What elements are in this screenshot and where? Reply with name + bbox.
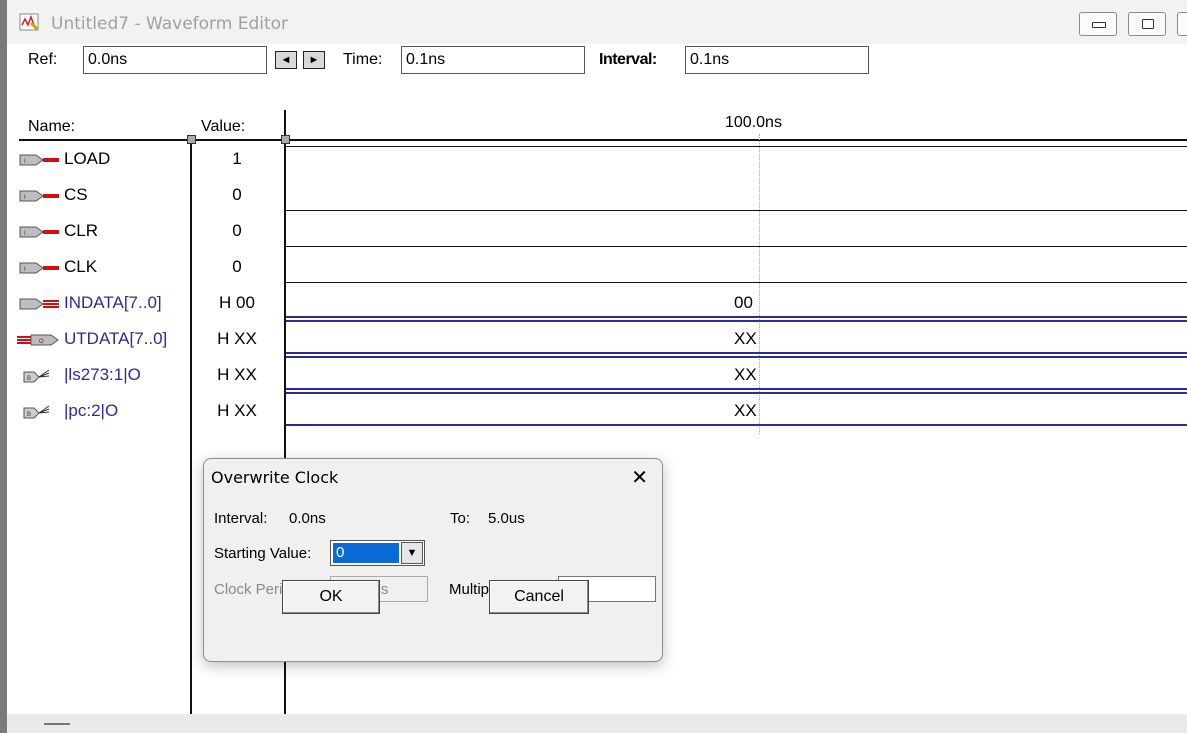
name-column-header: Name:: [28, 118, 76, 135]
signal-value: 0: [232, 257, 242, 276]
input-bus-pin-icon: [19, 298, 59, 310]
output-bus-pin-icon: O: [17, 334, 59, 346]
minimize-icon: [1092, 22, 1106, 28]
to-value: 5.0us: [488, 510, 525, 527]
arrow-left-icon: ◄: [280, 54, 292, 66]
pc-bus-lower: [286, 424, 1187, 426]
indata-bus-upper: [286, 316, 1187, 318]
ok-button[interactable]: OK: [282, 580, 380, 614]
cancel-button[interactable]: Cancel: [489, 580, 589, 614]
ls273-bus-lower: [286, 388, 1187, 390]
signal-name: INDATA[7..0]: [64, 293, 162, 312]
interval-label: Interval:: [214, 510, 268, 527]
app-waveform-icon: [19, 13, 39, 31]
signal-name: |ls273:1|O: [64, 365, 141, 384]
signal-name: CS: [64, 185, 88, 204]
starting-value-selected: 0: [333, 543, 399, 563]
utdata-bus-lower: [286, 352, 1187, 354]
status-indicator: [44, 723, 70, 725]
signal-name: CLR: [64, 221, 99, 240]
signal-name: CLK: [64, 257, 98, 276]
maximize-button[interactable]: [1128, 12, 1166, 36]
close-icon[interactable]: ✕: [631, 465, 648, 490]
toolbar: Ref: 0.0ns ◄ ► Time: 0.1ns Interval: 0.1…: [7, 44, 1187, 84]
signal-value: 0: [232, 185, 242, 204]
starting-value-select[interactable]: 0 ▼: [330, 540, 425, 566]
signal-value: H 00: [219, 293, 255, 312]
time-field[interactable]: 0.1ns: [401, 46, 585, 74]
clr-wave-low: [286, 246, 1187, 247]
dialog-title: Overwrite Clock: [211, 468, 339, 487]
pc-bus-upper: [286, 392, 1187, 394]
prev-transition-button[interactable]: ◄: [275, 51, 297, 69]
value-column-header: Value:: [201, 118, 246, 135]
maximize-icon: [1142, 19, 1154, 29]
interval-field[interactable]: 0.1ns: [685, 46, 869, 74]
signal-row-clk[interactable]: I CLK 0: [7, 250, 1187, 286]
input-pin-icon: I: [19, 154, 59, 166]
time-label: Time:: [343, 51, 383, 68]
input-pin-icon: I: [19, 190, 59, 202]
ref-label: Ref:: [28, 51, 58, 68]
dropdown-arrow-icon[interactable]: ▼: [401, 542, 423, 564]
bus-value-label: XX: [734, 365, 757, 384]
signal-row-indata[interactable]: INDATA[7..0] H 00 00: [7, 286, 1187, 322]
signal-value: H XX: [217, 401, 257, 420]
signal-row-clr[interactable]: I CLR 0: [7, 214, 1187, 250]
clk-wave-low: [286, 282, 1187, 283]
signal-name: UTDATA[7..0]: [64, 329, 168, 348]
close-window-button[interactable]: [1177, 12, 1187, 36]
signal-row-pc[interactable]: B |pc:2|O H XX XX: [7, 392, 1187, 430]
signal-row-load[interactable]: I LOAD 1: [7, 142, 1187, 178]
interval-value: 0.0ns: [289, 510, 326, 527]
signal-row-ls273[interactable]: B |ls273:1|O H XX XX: [7, 356, 1187, 394]
signal-name: |pc:2|O: [64, 401, 119, 420]
time-marker-label: 100.0ns: [725, 114, 782, 131]
buried-node-icon: B: [23, 369, 50, 383]
cs-wave-low: [286, 210, 1187, 211]
dialog-body: Interval: 0.0ns To: 5.0us Starting Value…: [204, 497, 662, 661]
next-transition-button[interactable]: ►: [303, 51, 325, 69]
window-title: Untitled7 - Waveform Editor: [51, 14, 289, 34]
starting-value-label: Starting Value:: [214, 545, 312, 562]
interval-label: Interval:: [599, 51, 657, 68]
signal-value: 0: [232, 221, 242, 240]
to-label: To:: [450, 510, 471, 527]
input-pin-icon: I: [19, 226, 59, 238]
overwrite-clock-dialog: Overwrite Clock ✕ Interval: 0.0ns To: 5.…: [203, 458, 663, 662]
bus-value-label: XX: [734, 329, 757, 348]
svg-text:B: B: [27, 376, 31, 382]
ls273-bus-upper: [286, 356, 1187, 358]
signal-row-utdata[interactable]: O UTDATA[7..0] H XX XX: [7, 320, 1187, 358]
signal-value: H XX: [217, 365, 257, 384]
status-bar: [7, 714, 1187, 733]
arrow-right-icon: ►: [308, 54, 320, 66]
signal-value: 1: [232, 149, 242, 168]
input-pin-icon: I: [19, 262, 59, 274]
buried-node-icon: B: [23, 405, 50, 419]
signal-name: LOAD: [64, 149, 111, 168]
title-bar[interactable]: Untitled7 - Waveform Editor: [7, 0, 1187, 44]
ref-field[interactable]: 0.0ns: [83, 46, 267, 74]
signal-row-cs[interactable]: I CS 0: [7, 178, 1187, 214]
signal-value: H XX: [217, 329, 257, 348]
svg-text:O: O: [39, 339, 44, 345]
minimize-button[interactable]: [1079, 12, 1117, 36]
svg-text:B: B: [27, 412, 31, 418]
utdata-bus-upper: [286, 320, 1187, 322]
bus-value-label: XX: [734, 401, 757, 420]
bus-value-label: 00: [734, 293, 753, 312]
